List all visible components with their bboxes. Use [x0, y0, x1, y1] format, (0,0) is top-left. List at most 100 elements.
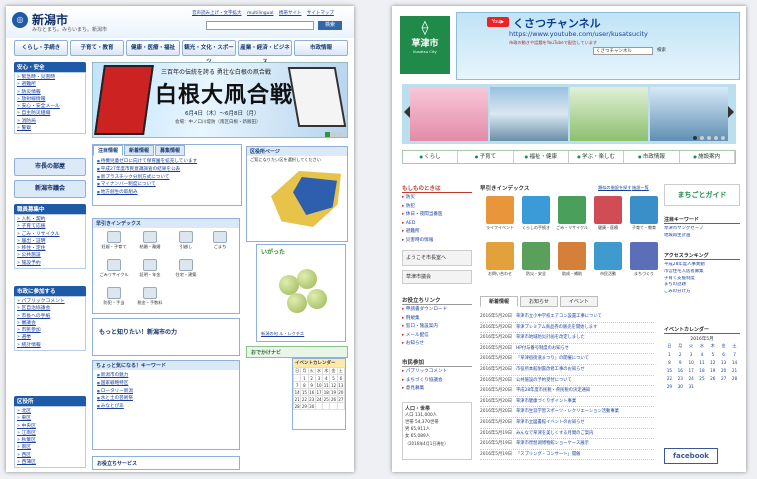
news-item[interactable]: マイナンバー制度について	[97, 181, 237, 189]
calendar-day[interactable]: 21	[292, 395, 302, 403]
useful-link[interactable]: 申請書ダウンロード	[402, 306, 447, 315]
town-guide-banner[interactable]: まちごとガイド	[664, 184, 740, 206]
participation-item[interactable]: 市長への手紙	[17, 313, 83, 320]
ranking-item[interactable]: ごみの分け方	[664, 289, 740, 296]
calendar-day[interactable]: 14	[729, 358, 740, 366]
participation-item[interactable]: 審議会	[17, 320, 83, 327]
calendar-day[interactable]: 31	[686, 382, 697, 390]
participation-item[interactable]: 統計情報	[17, 342, 83, 349]
nav-tourism[interactable]: 観光・文化・スポーツ	[182, 40, 236, 65]
pager-dot[interactable]	[714, 136, 718, 140]
ranking-item[interactable]: 子育て支援制度	[664, 276, 740, 283]
news-title[interactable]: 草津市地域防災計画を改定しました	[516, 333, 585, 343]
recruit-item[interactable]: 入札・契約	[17, 216, 83, 223]
calendar-day[interactable]: 27	[718, 374, 729, 382]
news-title[interactable]: 「スプリング・コンサート」開催	[516, 450, 580, 460]
calendar-day[interactable]: 18	[322, 388, 331, 396]
ranking-item[interactable]: まちの話題	[664, 282, 740, 289]
news-title[interactable]: 草津プレミアム商品券の販売を開始します	[516, 323, 597, 333]
calendar-day[interactable]: 20	[336, 388, 346, 396]
news-row[interactable]: 2016年5月20日 草津市生涯学習スポーツ・レクリエーション活動事業	[480, 407, 654, 418]
calendar-day[interactable]: 8	[300, 381, 309, 389]
news-title[interactable]: 市役所本館耐震改修工事のお知らせ	[516, 365, 585, 375]
icon-contact[interactable]: お問い合わせ	[482, 242, 518, 280]
recruit-item[interactable]: 公共施設	[17, 252, 83, 259]
calendar-day[interactable]: 26	[707, 374, 718, 382]
useful-link[interactable]: お知らせ	[402, 340, 447, 349]
safety-item[interactable]: 安心・安全メール	[17, 103, 83, 110]
calendar-day[interactable]: 1	[664, 350, 675, 358]
ward-item[interactable]: 秋葉区	[17, 437, 83, 444]
calendar-day[interactable]: 6	[718, 350, 729, 358]
index-pregnancy[interactable]: 妊娠・子育て	[99, 231, 129, 253]
calendar-day[interactable]: 17	[314, 388, 324, 396]
index-town[interactable]: ごまち	[205, 231, 235, 253]
emergency-item[interactable]: 休日・夜間当番医	[402, 211, 443, 220]
emergency-item[interactable]: 避難所	[402, 228, 443, 237]
index-safety[interactable]: 防犯・手当	[99, 287, 129, 309]
index-moving[interactable]: 引越し	[171, 231, 201, 253]
news-item[interactable]: 新プラスチック分別方式について	[97, 174, 237, 182]
icon-life-event[interactable]: ライフイベント	[482, 196, 518, 234]
news-row[interactable]: 2016年5月20日 HP付与番号制度のお知らせ	[480, 344, 654, 355]
calendar-day[interactable]: 14	[292, 388, 302, 396]
pager-dot[interactable]	[331, 132, 336, 137]
pager-dot[interactable]	[707, 136, 711, 140]
citizens-item[interactable]: パブリックコメント	[402, 368, 447, 377]
calendar-day[interactable]: 8	[664, 358, 675, 366]
carousel-prev-icon[interactable]	[404, 106, 410, 118]
ranking-item[interactable]: 平成28年度人事異動	[664, 262, 740, 269]
top-link-accessibility[interactable]: 音声読み上げ・文字拡大	[192, 11, 242, 16]
carousel-slide[interactable]	[490, 87, 568, 141]
ward-item[interactable]: 北区	[17, 408, 83, 415]
tab-events[interactable]: イベント	[559, 296, 598, 307]
news-row[interactable]: 2016年5月19日 「スプリング・コンサート」開催	[480, 450, 654, 461]
calendar-day[interactable]: 18	[697, 366, 708, 374]
news-row[interactable]: 2016年5月20日 草津市地域防災計画を改定しました	[480, 333, 654, 344]
index-marriage[interactable]: 結婚・離婚	[135, 231, 165, 253]
calendar-day[interactable]: 17	[686, 366, 697, 374]
emergency-item[interactable]: 災害時の情報	[402, 237, 443, 246]
calendar-day[interactable]: 11	[322, 381, 331, 389]
seasonal-fruit-panel[interactable]: いがった 新潟の旬 ル・レクチエ	[256, 244, 346, 342]
emergency-item[interactable]: 防犯	[402, 203, 443, 212]
participation-item[interactable]: 市民参加	[17, 327, 83, 334]
icon-garbage[interactable]: ごみ・リサイクル	[554, 196, 590, 234]
calendar-day[interactable]: 16	[307, 388, 316, 396]
news-title[interactable]: HP付与番号制度のお知らせ	[516, 344, 569, 354]
keyword-link[interactable]: 地域再生計画	[664, 233, 740, 240]
carousel-slide[interactable]	[570, 87, 648, 141]
keyword-item[interactable]: 新潟市の魅力	[97, 372, 235, 380]
rnav-learning[interactable]: 学ぶ・楽しむ	[569, 151, 625, 163]
safety-item[interactable]: 避難所	[17, 81, 83, 88]
calendar-day[interactable]: 28	[729, 374, 740, 382]
index-garbage[interactable]: ごみリサイクル	[99, 259, 129, 281]
citizens-item[interactable]: まちづくり協議会	[402, 377, 447, 386]
safety-item[interactable]: 防災情報	[17, 89, 83, 96]
calendar-day[interactable]: 24	[314, 395, 324, 403]
tab-featured[interactable]: 注目情報	[93, 145, 124, 156]
calendar-day[interactable]: 21	[729, 366, 740, 374]
recruit-item[interactable]: 移住・定住	[17, 245, 83, 252]
news-title[interactable]: 公共施設の予約受付について	[516, 376, 572, 386]
calendar-day[interactable]: 22	[664, 374, 675, 382]
news-row[interactable]: 2016年5月19日 みんなで草津を美しくする月間のご案内	[480, 429, 654, 440]
icon-health[interactable]: 健康・医療	[590, 196, 626, 234]
safety-item[interactable]: 消防局	[17, 118, 83, 125]
useful-link[interactable]: メール配信	[402, 332, 447, 341]
calendar-day[interactable]: 9	[675, 358, 686, 366]
calendar-day[interactable]: 30	[675, 382, 686, 390]
calendar-day[interactable]: 12	[707, 358, 718, 366]
tab-notices[interactable]: お知らせ	[520, 296, 558, 307]
calendar-day[interactable]: 25	[697, 374, 708, 382]
carousel-slide[interactable]	[410, 87, 488, 141]
kusatsu-logo[interactable]: ⟠ 草津市 Kusatsu City	[400, 16, 450, 74]
channel-search-button[interactable]: 検索	[657, 47, 666, 53]
calendar-day[interactable]: 9	[307, 381, 316, 389]
calendar-day[interactable]: 1	[300, 374, 309, 382]
nav-health[interactable]: 健康・医療・福祉	[126, 40, 180, 56]
facebook-link[interactable]: facebook	[664, 448, 718, 464]
youtube-banner[interactable]: You▶ くさつチャンネル https://www.youtube.com/us…	[456, 12, 740, 80]
mayor-link[interactable]: ようこそ市長室へ	[402, 250, 472, 266]
news-item[interactable]: 地方創生の取組み	[97, 189, 237, 197]
